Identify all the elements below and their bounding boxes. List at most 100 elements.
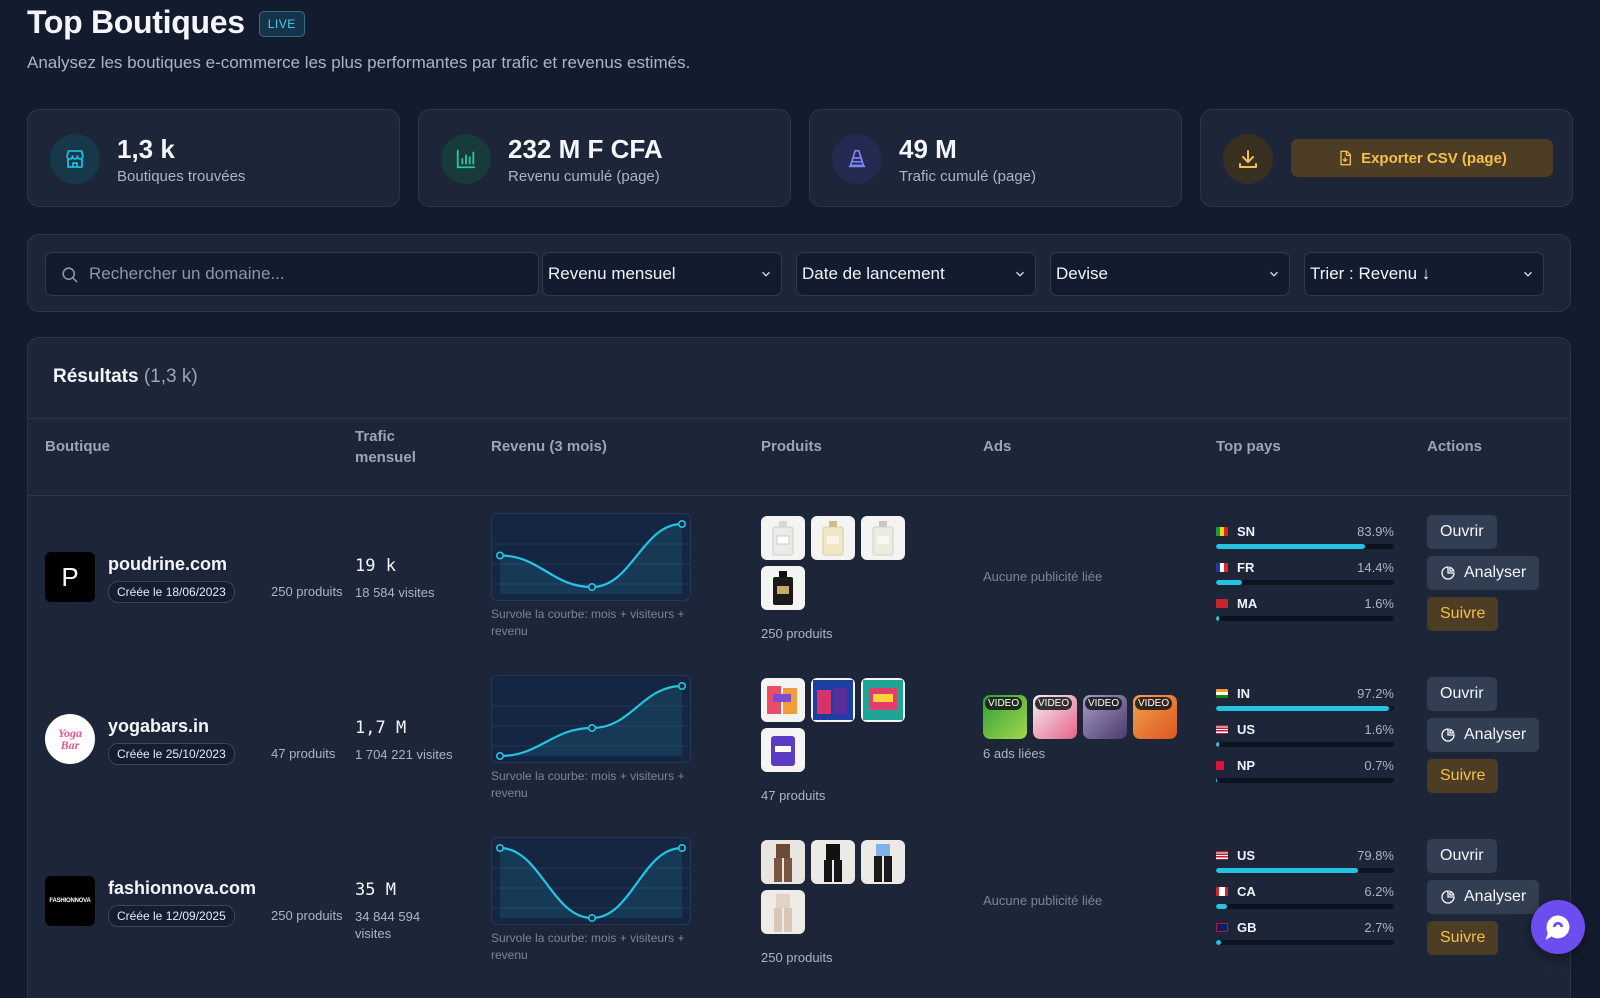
- filter-bar: Revenu mensuel Date de lancement Devise …: [27, 234, 1571, 312]
- product-thumb[interactable]: [861, 516, 905, 560]
- open-button[interactable]: Ouvrir: [1427, 839, 1497, 873]
- results-count: (1,3 k): [143, 366, 198, 387]
- country-percent: 83.9%: [1357, 524, 1394, 539]
- sparkline-point[interactable]: [496, 752, 505, 761]
- shop-product-count: 250 produits: [271, 908, 343, 923]
- revenue-sparkline[interactable]: [491, 675, 691, 763]
- stat-label: Trafic cumulé (page): [899, 168, 1036, 185]
- country-code: CA: [1237, 884, 1256, 899]
- country-code: MA: [1237, 596, 1258, 611]
- product-thumb[interactable]: [861, 678, 905, 722]
- analyze-button[interactable]: Analyser: [1427, 718, 1540, 752]
- search-input[interactable]: [89, 264, 509, 284]
- chevron-down-icon: [1524, 271, 1532, 277]
- country-item: US 79.8%: [1216, 848, 1394, 878]
- sparkline-point[interactable]: [678, 520, 687, 529]
- flag-ma-icon: [1216, 599, 1228, 608]
- shop-product-count: 250 produits: [271, 584, 343, 599]
- sparkline-svg: [492, 682, 690, 761]
- shop-product-count: 47 produits: [271, 746, 336, 761]
- ad-video-thumb[interactable]: VIDEO: [1033, 695, 1077, 739]
- file-export-icon: [1340, 150, 1352, 166]
- stat-label: Boutiques trouvées: [117, 168, 246, 185]
- open-button[interactable]: Ouvrir: [1427, 677, 1497, 711]
- open-button[interactable]: Ouvrir: [1427, 515, 1497, 549]
- product-thumb[interactable]: [761, 566, 805, 610]
- analyze-label: Analyser: [1464, 888, 1527, 905]
- ad-video-thumb[interactable]: VIDEO: [1083, 695, 1127, 739]
- page-subtitle: Analysez les boutiques e-commerce les pl…: [27, 53, 691, 72]
- flag-np-icon: [1216, 761, 1224, 770]
- product-thumb[interactable]: [811, 840, 855, 884]
- created-date-badge: Créée le 25/10/2023: [108, 743, 235, 765]
- traffic-cone-icon: [832, 134, 882, 184]
- product-thumb[interactable]: [861, 840, 905, 884]
- product-thumb[interactable]: [761, 516, 805, 560]
- video-tag: VIDEO: [1135, 697, 1173, 710]
- stat-label: Revenu cumulé (page): [508, 168, 660, 185]
- products-footer: 47 produits: [761, 788, 826, 803]
- flag-sn-icon: [1216, 527, 1228, 536]
- video-tag: VIDEO: [1035, 697, 1073, 710]
- ad-video-thumb[interactable]: VIDEO: [1133, 695, 1177, 739]
- follow-button[interactable]: Suivre: [1427, 759, 1499, 793]
- revenue-sparkline[interactable]: [491, 837, 691, 925]
- follow-button[interactable]: Suivre: [1427, 597, 1499, 631]
- stat-card-revenue: 232 M F CFA Revenu cumulé (page): [418, 109, 791, 207]
- sparkline-point[interactable]: [678, 682, 687, 691]
- sparkline-point[interactable]: [678, 844, 687, 853]
- country-bar-fill: [1216, 544, 1366, 549]
- products-footer: 250 produits: [761, 626, 833, 641]
- export-label: Exporter CSV (page): [1361, 149, 1507, 167]
- created-date-badge: Créée le 18/06/2023: [108, 581, 235, 603]
- country-bar: [1216, 778, 1394, 783]
- chevron-down-icon: [762, 271, 770, 277]
- country-code: FR: [1237, 560, 1255, 575]
- stat-value: 1,3 k: [117, 134, 175, 164]
- export-csv-button[interactable]: Exporter CSV (page): [1291, 139, 1553, 177]
- follow-button[interactable]: Suivre: [1427, 921, 1499, 955]
- product-thumb[interactable]: [761, 678, 805, 722]
- revenue-filter-select[interactable]: Revenu mensuel: [542, 252, 782, 296]
- flag-us-icon: [1216, 725, 1228, 734]
- product-thumb[interactable]: [811, 678, 855, 722]
- analyze-label: Analyser: [1464, 726, 1527, 743]
- sparkline-point[interactable]: [588, 914, 597, 923]
- sparkline-point[interactable]: [496, 551, 505, 560]
- country-code: SN: [1237, 524, 1256, 539]
- analyze-button[interactable]: Analyser: [1427, 880, 1540, 914]
- ad-video-thumb[interactable]: VIDEO: [983, 695, 1027, 739]
- product-thumb[interactable]: [811, 516, 855, 560]
- country-percent: 6.2%: [1364, 884, 1394, 899]
- stat-card-shops: 1,3 k Boutiques trouvées: [27, 109, 400, 207]
- product-thumb[interactable]: [761, 840, 805, 884]
- product-thumb[interactable]: [761, 728, 805, 772]
- sparkline-svg: [492, 844, 690, 923]
- sparkline-point[interactable]: [496, 844, 505, 853]
- country-bar: [1216, 616, 1394, 621]
- launch-date-select[interactable]: Date de lancement: [796, 252, 1036, 296]
- country-bar-fill: [1216, 706, 1390, 711]
- country-item: NP 0.7%: [1216, 758, 1394, 788]
- analyze-button[interactable]: Analyser: [1427, 556, 1540, 590]
- created-date-badge: Créée le 12/09/2025: [108, 905, 235, 927]
- chevron-down-icon: [1270, 271, 1278, 277]
- logo-text: Yoga Bar: [58, 726, 82, 752]
- monthly-visits: 1 704 221 visites: [355, 747, 453, 762]
- sparkline-svg: [492, 520, 690, 594]
- sparkline-point[interactable]: [588, 583, 597, 592]
- chat-button[interactable]: [1531, 900, 1585, 954]
- ads-empty-text: Aucune publicité liée: [983, 569, 1103, 584]
- select-value: Revenu mensuel: [548, 264, 676, 283]
- country-bar-fill: [1216, 580, 1242, 585]
- sort-select[interactable]: Trier : Revenu ↓: [1304, 252, 1544, 296]
- revenue-sparkline[interactable]: [491, 513, 691, 601]
- country-bar: [1216, 706, 1394, 711]
- live-badge: LIVE: [258, 10, 305, 37]
- currency-select[interactable]: Devise: [1050, 252, 1290, 296]
- sparkline-point[interactable]: [588, 723, 597, 732]
- country-code: US: [1237, 848, 1256, 863]
- country-percent: 1.6%: [1364, 722, 1394, 737]
- product-thumb[interactable]: [761, 890, 805, 934]
- col-header-products: Produits: [761, 438, 822, 455]
